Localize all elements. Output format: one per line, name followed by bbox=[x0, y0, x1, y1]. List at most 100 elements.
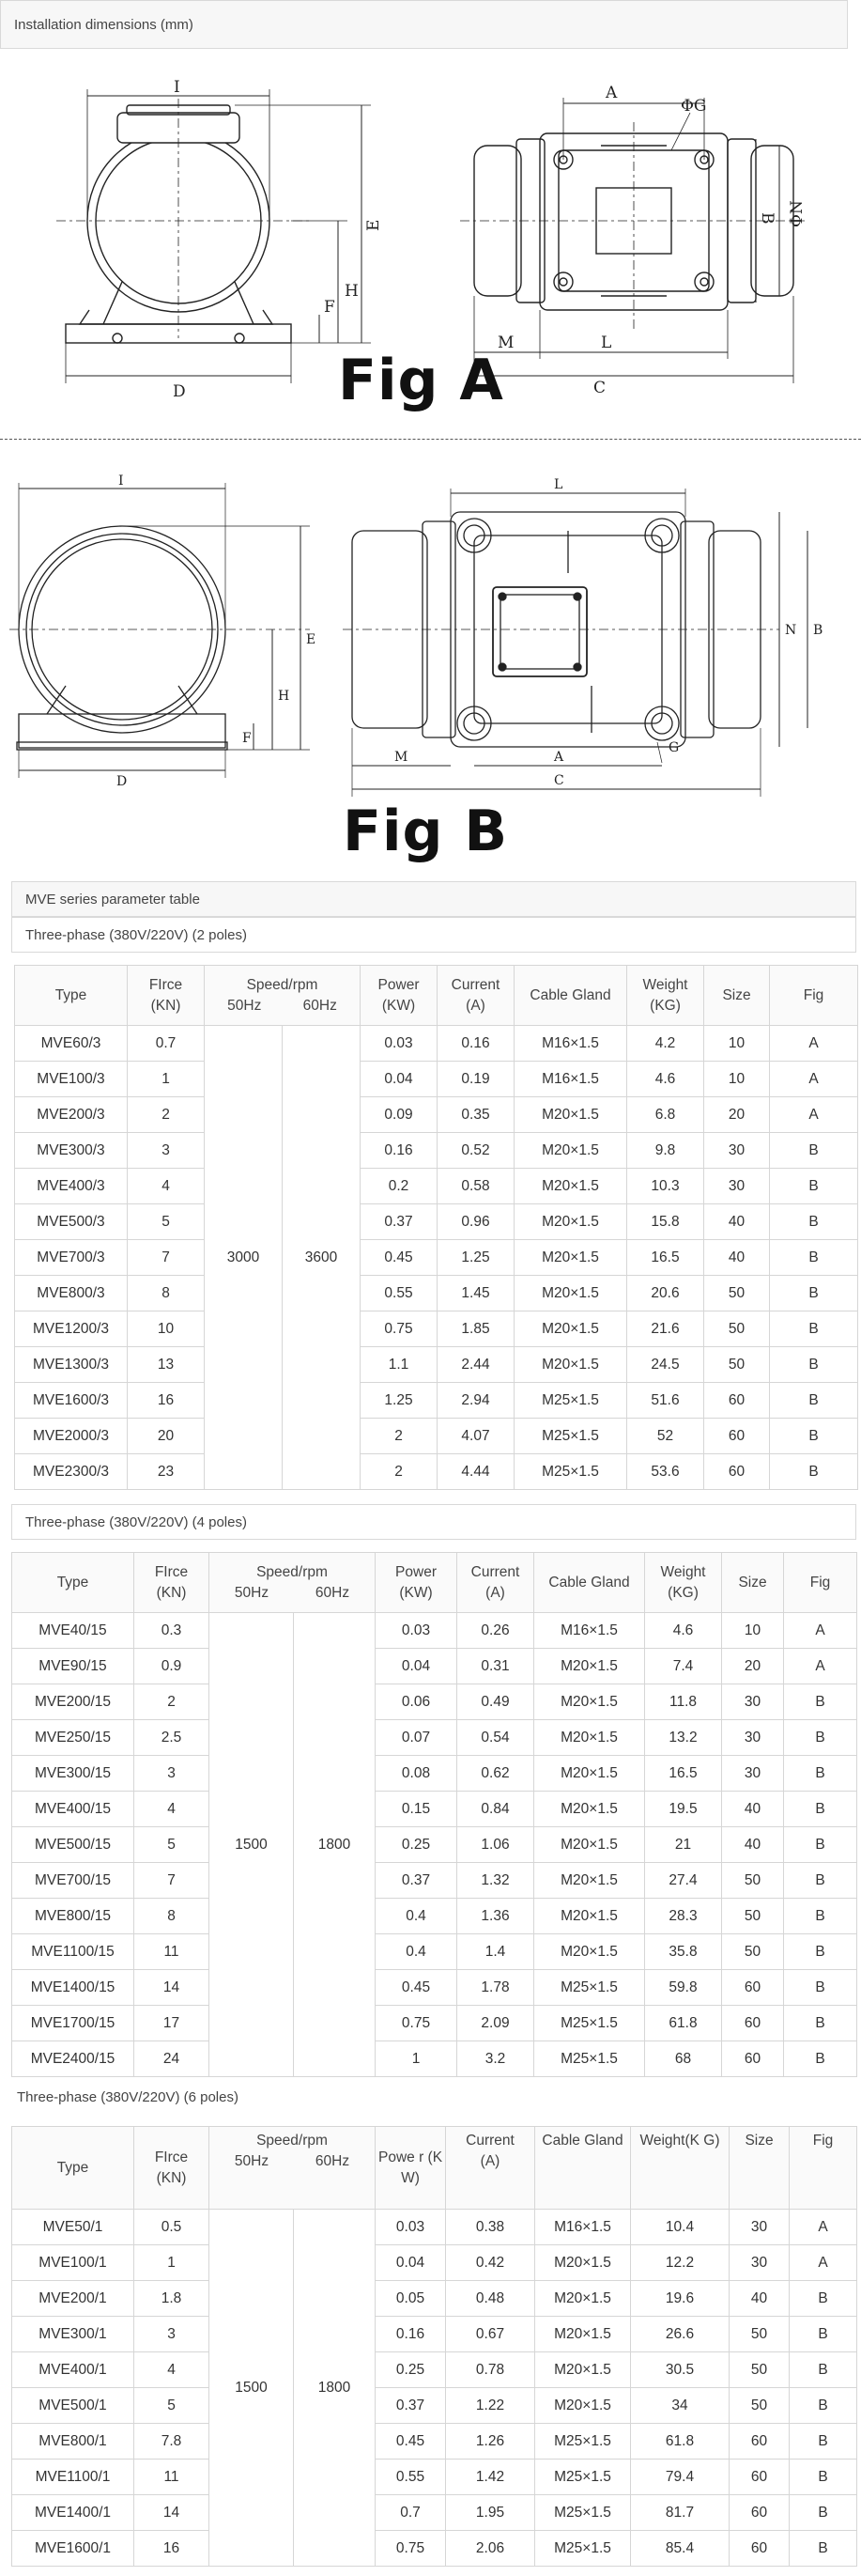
weight-cell: 10.3 bbox=[626, 1168, 705, 1204]
table-row: MVE100/1 1 0.04 0.42 M20×1.5 12.2 30 A bbox=[11, 2244, 858, 2281]
fig-a-dim-a: A bbox=[605, 84, 618, 102]
weight-cell: 24.5 bbox=[626, 1346, 705, 1383]
table-row: MVE300/1 3 0.16 0.67 M20×1.5 26.6 50 B bbox=[11, 2316, 858, 2352]
weight-cell: 12.2 bbox=[630, 2244, 730, 2281]
t2-header-weight: Weight (KG) bbox=[644, 1552, 723, 1613]
size-cell: 60 bbox=[703, 1453, 771, 1490]
force-cell: 3 bbox=[133, 1755, 209, 1792]
power-cell: 0.2 bbox=[360, 1168, 438, 1204]
type-cell: MVE60/3 bbox=[14, 1025, 128, 1062]
t1-header-force: FIrce (KN) bbox=[127, 965, 205, 1026]
weight-cell: 28.3 bbox=[644, 1898, 723, 1934]
fig-a-dim-c: C bbox=[593, 379, 606, 397]
gland-cell: M25×1.5 bbox=[534, 2423, 632, 2460]
size-cell: 40 bbox=[729, 2280, 791, 2317]
weight-cell: 11.8 bbox=[644, 1684, 723, 1720]
power-cell: 0.09 bbox=[360, 1096, 438, 1133]
power-cell: 0.7 bbox=[375, 2494, 447, 2531]
force-cell: 24 bbox=[133, 2041, 209, 2077]
current-cell: 0.67 bbox=[445, 2316, 536, 2352]
type-cell: MVE500/3 bbox=[14, 1203, 128, 1240]
fig-a-dim-d: D bbox=[173, 382, 186, 401]
fig-b-dim-m: M bbox=[394, 750, 407, 765]
weight-cell: 26.6 bbox=[630, 2316, 730, 2352]
fig-cell: A bbox=[783, 1612, 858, 1649]
current-cell: 1.32 bbox=[456, 1862, 535, 1899]
weight-cell: 4.6 bbox=[644, 1612, 723, 1649]
fig-a-drawing: I E H F D A ΦG B ΦN M L C Fig A bbox=[0, 56, 861, 432]
table-row: MVE1600/3 16 1.25 2.94 M25×1.5 51.6 60 B bbox=[14, 1382, 859, 1419]
size-cell: 30 bbox=[703, 1132, 771, 1169]
fig-b-dim-c: C bbox=[554, 773, 564, 788]
force-cell: 5 bbox=[127, 1203, 205, 1240]
fig-cell: B bbox=[783, 1898, 858, 1934]
type-cell: MVE2400/15 bbox=[11, 2041, 134, 2077]
current-cell: 2.09 bbox=[456, 2005, 535, 2041]
type-cell: MVE500/15 bbox=[11, 1826, 134, 1863]
force-cell: 7.8 bbox=[133, 2423, 209, 2460]
fig-a-dim-l: L bbox=[601, 334, 611, 352]
weight-cell: 4.6 bbox=[626, 1061, 705, 1097]
type-cell: MVE250/15 bbox=[11, 1719, 134, 1756]
type-cell: MVE300/1 bbox=[11, 2316, 134, 2352]
current-cell: 0.48 bbox=[445, 2280, 536, 2317]
install-title-bar: Installation dimensions (mm) bbox=[0, 0, 848, 49]
type-cell: MVE700/3 bbox=[14, 1239, 128, 1276]
size-cell: 50 bbox=[721, 1933, 785, 1970]
size-cell: 50 bbox=[729, 2351, 791, 2388]
current-cell: 0.78 bbox=[445, 2351, 536, 2388]
force-cell: 2 bbox=[127, 1096, 205, 1133]
force-cell: 11 bbox=[133, 2459, 209, 2495]
fig-cell: B bbox=[789, 2423, 858, 2460]
series-title-bar: MVE series parameter table bbox=[11, 881, 856, 917]
current-cell: 0.16 bbox=[437, 1025, 515, 1062]
t2-header-speed: Speed/rpm 50Hz 60Hz bbox=[208, 1552, 377, 1613]
gland-cell: M20×1.5 bbox=[533, 1684, 646, 1720]
force-cell: 20 bbox=[127, 1418, 205, 1454]
speed-60hz-cell: 3600 bbox=[281, 1025, 361, 1490]
power-cell: 0.45 bbox=[375, 2423, 447, 2460]
current-cell: 1.42 bbox=[445, 2459, 536, 2495]
force-cell: 7 bbox=[133, 1862, 209, 1899]
table2-title-bar: Three-phase (380V/220V) (4 poles) bbox=[11, 1504, 856, 1540]
fig-cell: B bbox=[789, 2351, 858, 2388]
speed-50hz-cell: 3000 bbox=[204, 1025, 283, 1490]
fig-cell: A bbox=[769, 1061, 859, 1097]
type-cell: MVE1100/1 bbox=[11, 2459, 134, 2495]
power-cell: 0.4 bbox=[375, 1898, 458, 1934]
power-cell: 1.25 bbox=[360, 1382, 438, 1419]
current-cell: 4.44 bbox=[437, 1453, 515, 1490]
speed-60hz-cell: 1800 bbox=[292, 1612, 377, 2077]
power-cell: 0.37 bbox=[360, 1203, 438, 1240]
fig-b-dim-n: N bbox=[785, 623, 796, 638]
gland-cell: M25×1.5 bbox=[533, 2005, 646, 2041]
t3-header-speed: Speed/rpm 50Hz 60Hz bbox=[208, 2126, 377, 2210]
current-cell: 0.31 bbox=[456, 1648, 535, 1684]
weight-cell: 21.6 bbox=[626, 1311, 705, 1347]
power-cell: 0.16 bbox=[375, 2316, 447, 2352]
gland-cell: M20×1.5 bbox=[514, 1132, 628, 1169]
power-cell: 0.75 bbox=[375, 2005, 458, 2041]
t2-body: MVE40/15 0.3 1500 1800 0.03 0.26 M16×1.5 4.6 10 A… bbox=[11, 1612, 858, 2077]
current-cell: 0.52 bbox=[437, 1132, 515, 1169]
size-cell: 30 bbox=[721, 1755, 785, 1792]
force-cell: 0.9 bbox=[133, 1648, 209, 1684]
weight-cell: 7.4 bbox=[644, 1648, 723, 1684]
force-cell: 2.5 bbox=[133, 1719, 209, 1756]
size-cell: 60 bbox=[703, 1382, 771, 1419]
gland-cell: M20×1.5 bbox=[534, 2244, 632, 2281]
weight-cell: 15.8 bbox=[626, 1203, 705, 1240]
force-cell: 14 bbox=[133, 2494, 209, 2531]
current-cell: 0.96 bbox=[437, 1203, 515, 1240]
fig-b-dim-f: F bbox=[242, 731, 252, 746]
weight-cell: 53.6 bbox=[626, 1453, 705, 1490]
fig-cell: B bbox=[783, 2041, 858, 2077]
power-cell: 0.06 bbox=[375, 1684, 458, 1720]
t3-header-force: FIrce (KN) bbox=[133, 2126, 209, 2210]
current-cell: 2.94 bbox=[437, 1382, 515, 1419]
fig-cell: B bbox=[783, 1826, 858, 1863]
gland-cell: M25×1.5 bbox=[534, 2494, 632, 2531]
fig-cell: B bbox=[789, 2494, 858, 2531]
t2-header-fig: Fig bbox=[783, 1552, 858, 1613]
fig-a-side-view bbox=[56, 89, 371, 383]
